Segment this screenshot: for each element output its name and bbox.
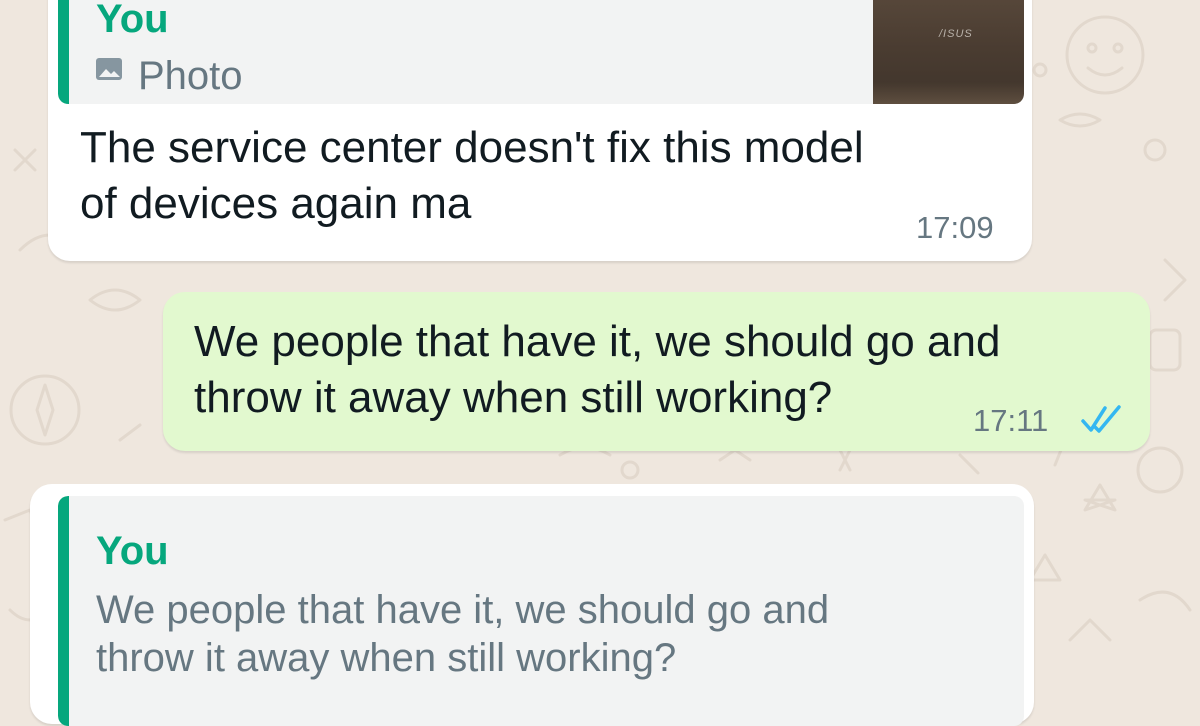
message-text-line-1: We people that have it, we should go and [194, 317, 1001, 366]
message-text-line-2: of devices again ma [80, 179, 472, 228]
double-check-read-icon [1080, 403, 1128, 435]
quote-photo-label: Photo [138, 54, 243, 98]
quote-author: You [96, 529, 169, 573]
quoted-text-reply[interactable]: You We people that have it, we should go… [58, 496, 1024, 726]
message-bubble-incoming[interactable]: You We people that have it, we should go… [30, 484, 1034, 726]
message-text-line-1: The service center doesn't fix this mode… [80, 123, 864, 172]
photo-icon [94, 54, 124, 84]
thumbnail-shade [873, 82, 1024, 104]
quote-accent-bar [58, 0, 69, 104]
quote-author: You [96, 0, 169, 41]
message-timestamp: 17:11 [973, 403, 1049, 438]
message-timestamp: 17:09 [916, 210, 994, 245]
photo-thumbnail[interactable]: /ISUS [873, 0, 1024, 104]
quoted-photo-reply[interactable]: You Photo /ISUS [58, 0, 1024, 104]
message-bubble-incoming[interactable]: You Photo /ISUS The service center doesn… [48, 0, 1032, 261]
quote-accent-bar [58, 496, 69, 726]
message-text-line-2: throw it away when still working? [194, 373, 833, 422]
quote-text-line-1: We people that have it, we should go and [96, 588, 830, 632]
thumbnail-brand-text: /ISUS [939, 28, 973, 40]
quote-text-line-2: throw it away when still working? [96, 636, 677, 680]
message-bubble-outgoing[interactable]: We people that have it, we should go and… [163, 292, 1150, 451]
